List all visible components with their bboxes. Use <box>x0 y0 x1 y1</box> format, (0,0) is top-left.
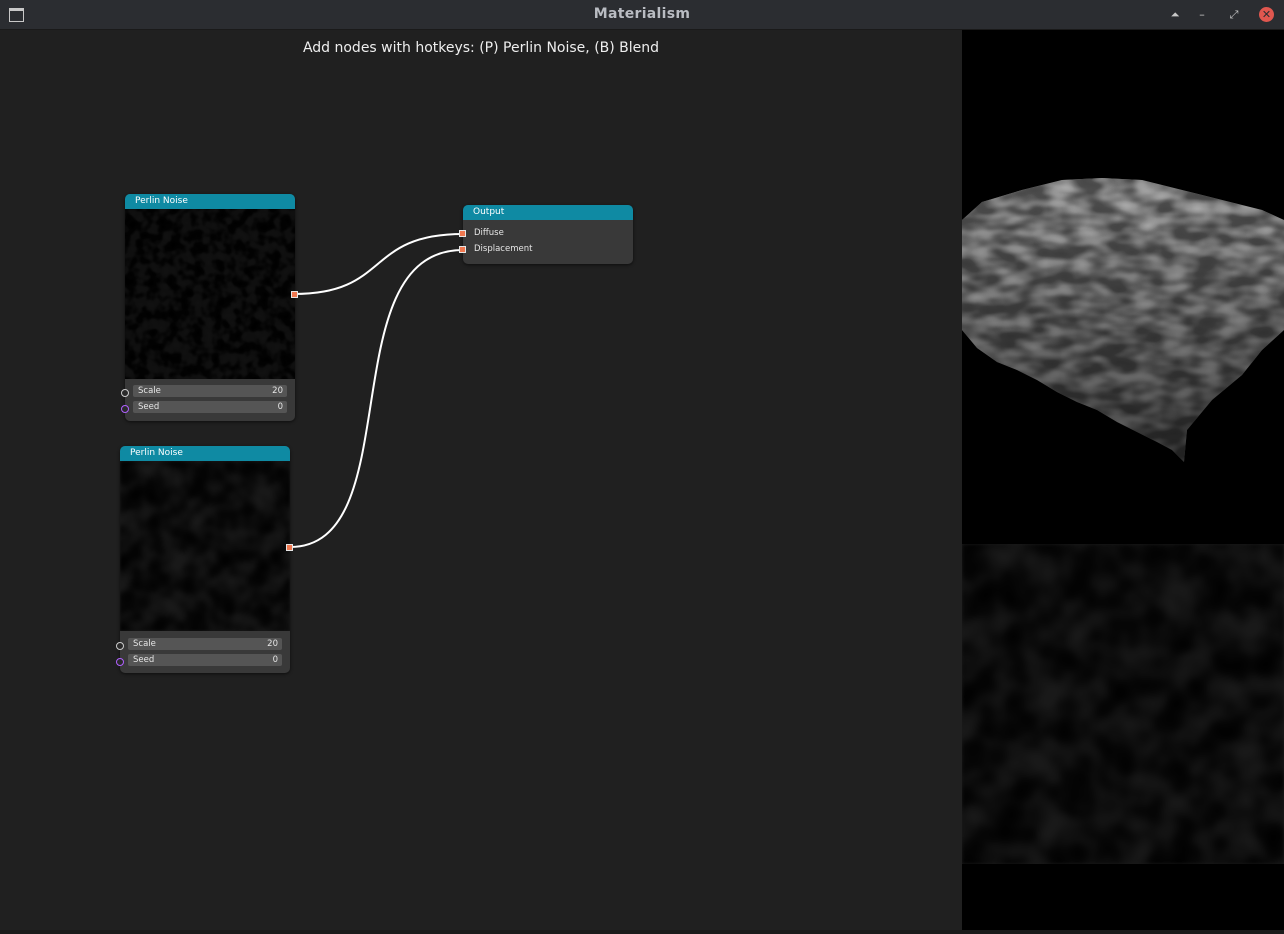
scale-field[interactable]: Scale 20 <box>128 638 282 650</box>
output-node[interactable]: Output Diffuse Displacement <box>463 205 633 264</box>
window-title: Materialism <box>593 6 691 22</box>
node-title[interactable]: Output <box>463 205 633 220</box>
bottom-strip <box>0 930 1284 934</box>
noise-preview <box>125 209 295 379</box>
diffuse-label: Diffuse <box>474 228 504 238</box>
preview-panel <box>962 30 1284 930</box>
scale-input-socket[interactable] <box>116 642 124 650</box>
title-bar: Materialism ⏶ – ⤢ ✕ <box>0 0 1284 30</box>
shade-button[interactable]: ⏶ <box>1167 7 1183 23</box>
wire-noise1-to-diffuse <box>293 233 464 295</box>
scale-field[interactable]: Scale 20 <box>133 385 287 397</box>
noise-preview <box>120 461 290 631</box>
2d-texture-preview[interactable] <box>962 544 1284 864</box>
displacement-input-socket[interactable] <box>459 246 466 253</box>
maximize-button[interactable]: ⤢ <box>1226 7 1242 23</box>
close-button[interactable]: ✕ <box>1259 7 1274 22</box>
node-editor-canvas[interactable]: Add nodes with hotkeys: (P) Perlin Noise… <box>0 30 962 930</box>
noise-output-socket[interactable] <box>291 291 298 298</box>
seed-input-socket[interactable] <box>116 658 124 666</box>
displacement-label: Displacement <box>474 244 533 254</box>
perlin-noise-node-2[interactable]: Perlin Noise Scale 20 Seed 0 <box>120 446 290 673</box>
seed-input-socket[interactable] <box>121 405 129 413</box>
node-title[interactable]: Perlin Noise <box>125 194 295 209</box>
seed-field[interactable]: Seed 0 <box>128 654 282 666</box>
3d-terrain-preview[interactable] <box>962 30 1284 544</box>
diffuse-input-socket[interactable] <box>459 230 466 237</box>
scale-input-socket[interactable] <box>121 389 129 397</box>
noise-output-socket[interactable] <box>286 544 293 551</box>
wire-noise2-to-displacement <box>289 249 464 548</box>
perlin-noise-node-1[interactable]: Perlin Noise Scale 20 Seed 0 <box>125 194 295 421</box>
minimize-button[interactable]: – <box>1194 7 1210 23</box>
node-title[interactable]: Perlin Noise <box>120 446 290 461</box>
seed-field[interactable]: Seed 0 <box>133 401 287 413</box>
